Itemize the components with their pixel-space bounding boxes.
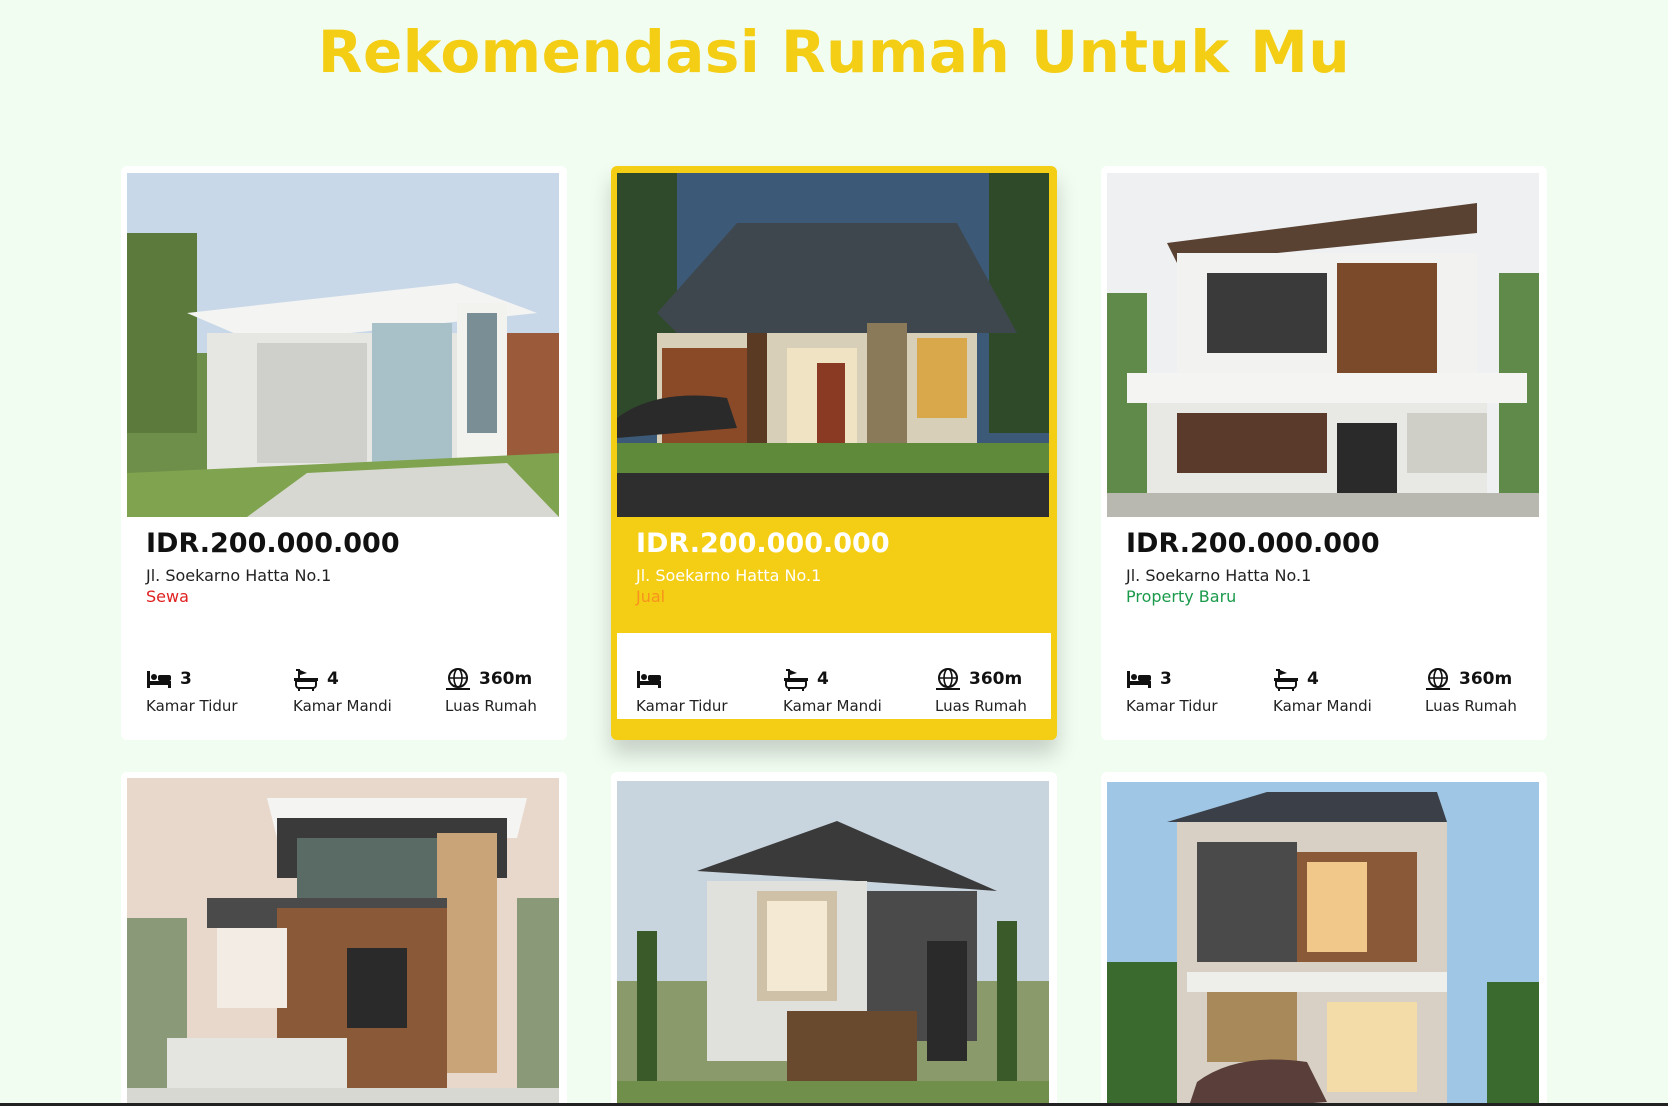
bedrooms-value: 3 [180, 669, 192, 689]
listing-status: Jual [636, 587, 666, 606]
house-photo [617, 173, 1049, 517]
area-value: 360m [1459, 669, 1513, 689]
bathtub-icon [293, 667, 319, 691]
bathrooms-value: 4 [817, 669, 829, 689]
bedrooms-label: Kamar Tidur [1126, 697, 1218, 715]
listing-address: Jl. Soekarno Hatta No.1 [636, 566, 822, 585]
bathrooms-value: 4 [1307, 669, 1319, 689]
globe-area-icon [1425, 667, 1451, 691]
listing-card[interactable]: IDR.200.000.000 Jl. Soekarno Hatta No.1 … [121, 166, 567, 740]
listing-grid: IDR.200.000.000 Jl. Soekarno Hatta No.1 … [121, 166, 1547, 1106]
bathrooms-label: Kamar Mandi [783, 697, 882, 715]
globe-area-icon [935, 667, 961, 691]
listing-card-featured[interactable]: IDR.200.000.000 Jl. Soekarno Hatta No.1 … [611, 166, 1057, 740]
bedrooms-feature: 3 Kamar Tidur [146, 665, 238, 715]
listing-card[interactable] [121, 772, 567, 1106]
listing-card[interactable] [611, 772, 1057, 1106]
area-label: Luas Rumah [935, 697, 1027, 715]
area-feature: 360m Luas Rumah [935, 665, 1027, 715]
area-value: 360m [479, 669, 533, 689]
bedrooms-feature: 3 Kamar Tidur [1126, 665, 1218, 715]
area-feature: 360m Luas Rumah [445, 665, 537, 715]
bathtub-icon [1273, 667, 1299, 691]
bathrooms-value: 4 [327, 669, 339, 689]
bedrooms-feature: Kamar Tidur [636, 665, 728, 715]
bed-icon [1126, 667, 1152, 691]
listing-price: IDR.200.000.000 [636, 528, 890, 559]
bedrooms-label: Kamar Tidur [146, 697, 238, 715]
house-photo [127, 173, 559, 517]
bathrooms-feature: 4 Kamar Mandi [783, 665, 882, 715]
bathtub-icon [783, 667, 809, 691]
area-label: Luas Rumah [1425, 697, 1517, 715]
bathrooms-feature: 4 Kamar Mandi [1273, 665, 1372, 715]
listing-status: Property Baru [1126, 587, 1237, 606]
globe-area-icon [445, 667, 471, 691]
listing-address: Jl. Soekarno Hatta No.1 [146, 566, 332, 585]
listing-address: Jl. Soekarno Hatta No.1 [1126, 566, 1312, 585]
bedrooms-value: 3 [1160, 669, 1172, 689]
listing-features: Kamar Tidur 4 Kamar Mandi 360m Luas Ruma… [617, 633, 1051, 719]
house-photo [617, 781, 1049, 1106]
bathrooms-feature: 4 Kamar Mandi [293, 665, 392, 715]
bedrooms-label: Kamar Tidur [636, 697, 728, 715]
bed-icon [636, 667, 662, 691]
listing-card[interactable] [1101, 772, 1547, 1106]
listing-price: IDR.200.000.000 [146, 528, 400, 559]
page-title: Rekomendasi Rumah Untuk Mu [317, 18, 1351, 86]
bathrooms-label: Kamar Mandi [293, 697, 392, 715]
bed-icon [146, 667, 172, 691]
area-feature: 360m Luas Rumah [1425, 665, 1517, 715]
house-photo [1107, 782, 1539, 1106]
listing-status: Sewa [146, 587, 189, 606]
area-label: Luas Rumah [445, 697, 537, 715]
house-photo [1107, 173, 1539, 517]
bathrooms-label: Kamar Mandi [1273, 697, 1372, 715]
listing-features: 3 Kamar Tidur 4 Kamar Mandi 360m Luas Ru… [121, 633, 567, 719]
house-photo [127, 778, 559, 1106]
listing-price: IDR.200.000.000 [1126, 528, 1380, 559]
area-value: 360m [969, 669, 1023, 689]
listing-features: 3 Kamar Tidur 4 Kamar Mandi 360m Luas Ru… [1101, 633, 1547, 719]
listing-card[interactable]: IDR.200.000.000 Jl. Soekarno Hatta No.1 … [1101, 166, 1547, 740]
